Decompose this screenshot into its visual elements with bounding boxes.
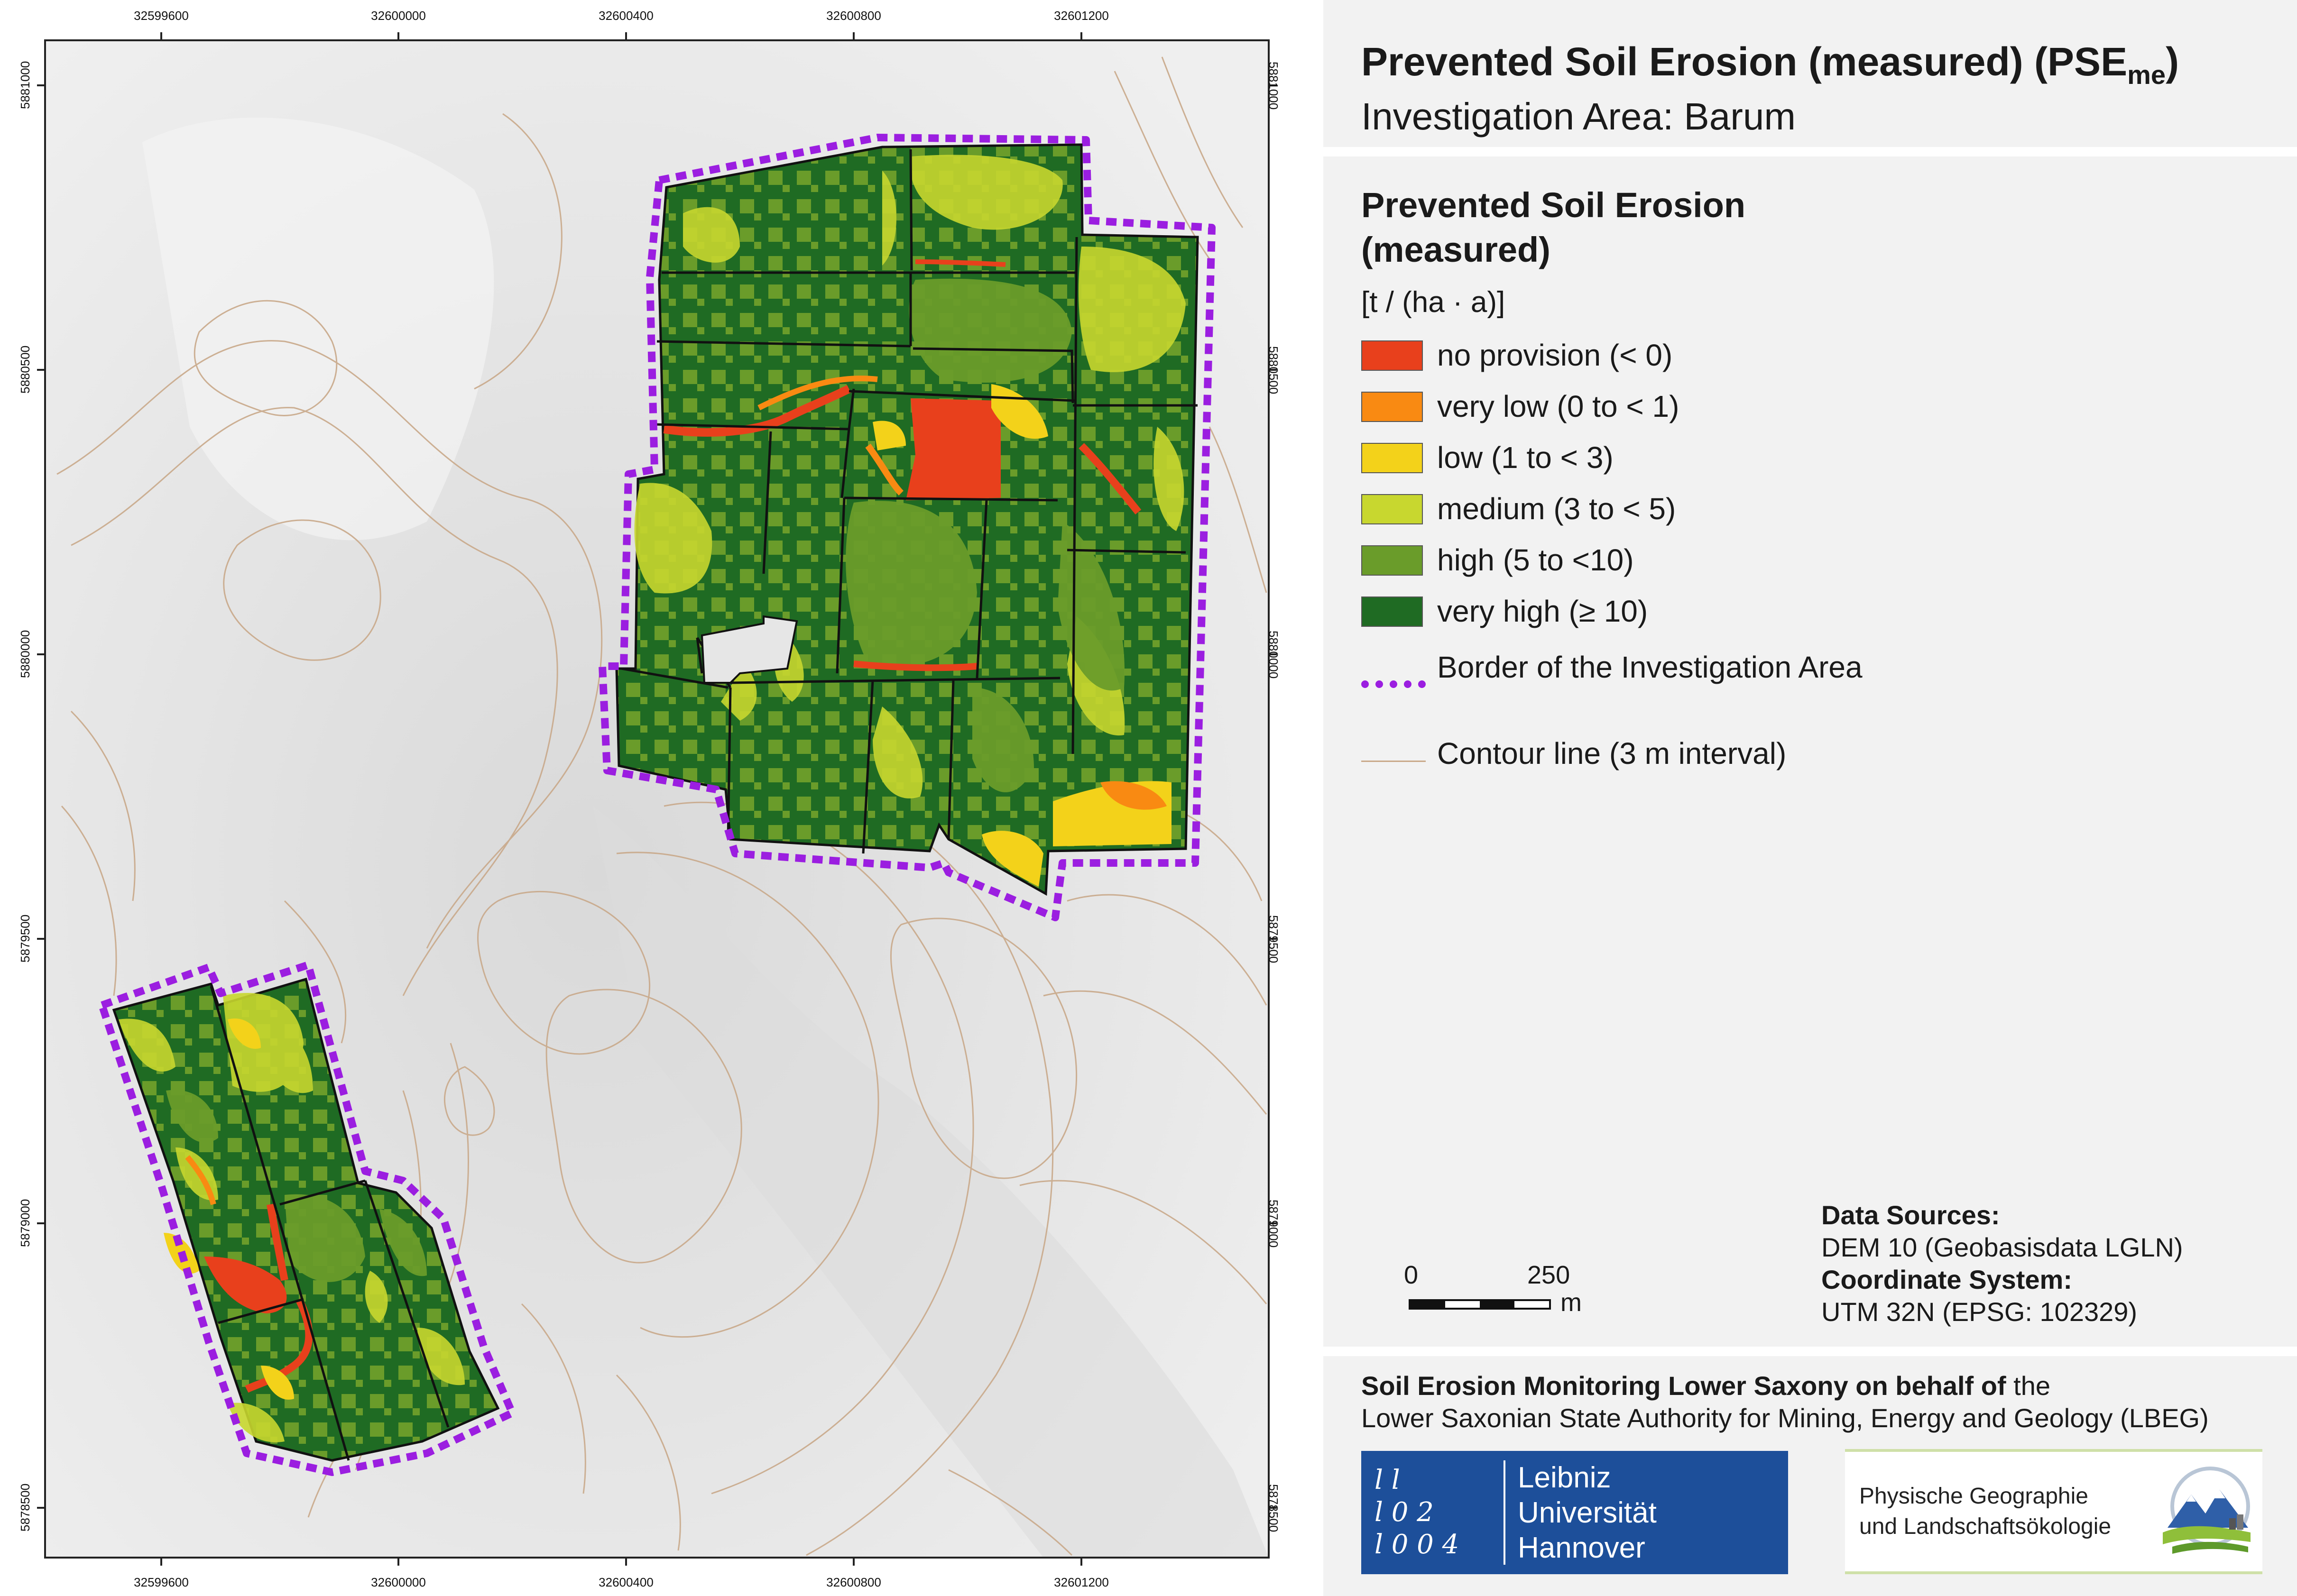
pg-logo: Physische Geographie und Landschaftsökol…	[1845, 1449, 2262, 1574]
luh-name-line: Universität	[1518, 1496, 1657, 1529]
legend-label: Contour line (3 m interval)	[1437, 736, 1787, 770]
legend-label: very high (≥ 10)	[1437, 594, 1648, 628]
scale-zero: 0	[1404, 1261, 1419, 1289]
legend-unit: [t / (ha · a)]	[1361, 286, 1505, 319]
y-coord-label: 5880000	[18, 630, 32, 678]
legend-label: very low (0 to < 1)	[1437, 389, 1679, 423]
credit-bold: Soil Erosion Monitoring Lower Saxony on …	[1361, 1371, 2006, 1401]
legend-contour-swatch	[1361, 761, 1426, 762]
y-coord-label: 5879000	[1266, 1200, 1281, 1248]
x-coord-label: 32600400	[599, 9, 654, 23]
legend-label: no provision (< 0)	[1437, 338, 1673, 372]
map-area: 32599600 32600000 32600400 32600800 3260…	[0, 0, 1281, 1596]
legend-label: high (5 to <10)	[1437, 543, 1634, 577]
legend-swatch	[1361, 545, 1423, 576]
luh-name-line: Leibniz	[1518, 1461, 1611, 1494]
scale-segment	[1411, 1301, 1445, 1308]
map-title-close: )	[2166, 39, 2179, 84]
data-sources-value: DEM 10 (Geobasisdata LGLN)	[1821, 1232, 2183, 1262]
y-coord-label: 5879500	[18, 914, 32, 963]
luh-mark-icon: l l l 0 2 l 0 0 4	[1375, 1464, 1498, 1561]
credit-rest: the	[2006, 1371, 2050, 1401]
y-coord-label: 5881000	[18, 61, 32, 109]
y-coord-label: 5878500	[1266, 1484, 1281, 1532]
landscape-icon	[2163, 1467, 2251, 1554]
y-coord-label: 5880000	[1266, 631, 1281, 679]
scale-segment	[1514, 1301, 1549, 1308]
credit-panel: Soil Erosion Monitoring Lower Saxony on …	[1323, 1356, 2297, 1596]
legend-label: medium (3 to < 5)	[1437, 492, 1676, 526]
x-coord-label: 32600800	[826, 1575, 881, 1589]
luh-mark-line: l l	[1375, 1465, 1400, 1495]
map-title-subscript: me	[2127, 59, 2166, 90]
legend-swatch	[1361, 340, 1423, 371]
pg-name-line: Physische Geographie	[1859, 1484, 2088, 1509]
coordinate-system-heading: Coordinate System:	[1821, 1265, 2072, 1294]
map-title: Prevented Soil Erosion (measured) (PSEme…	[1361, 39, 2179, 90]
scale-segment	[1445, 1301, 1480, 1308]
y-coord-label: 5878500	[18, 1483, 32, 1532]
x-coord-label: 32600000	[371, 9, 426, 23]
map-title-text: Prevented Soil Erosion (measured) (PSE	[1361, 39, 2128, 84]
legend-label: low (1 to < 3)	[1437, 440, 1614, 475]
y-coord-label: 5879500	[1266, 915, 1281, 963]
pg-name: Physische Geographie und Landschaftsökol…	[1859, 1481, 2111, 1542]
credit-line-1: Soil Erosion Monitoring Lower Saxony on …	[1361, 1370, 2050, 1401]
scale-segment	[1480, 1301, 1514, 1308]
luh-name-line: Hannover	[1518, 1532, 1645, 1564]
legend-heading: Prevented Soil Erosion (measured)	[1361, 185, 1746, 269]
legend-swatch	[1361, 443, 1423, 473]
x-coord-label: 32600000	[371, 1575, 426, 1589]
y-coord-label: 5881000	[1266, 62, 1281, 110]
x-coord-label: 32600400	[599, 1575, 654, 1589]
title-panel: Prevented Soil Erosion (measured) (PSEme…	[1323, 0, 2297, 147]
credit-line-2: Lower Saxonian State Authority for Minin…	[1361, 1403, 2209, 1433]
map-subtitle: Investigation Area: Barum	[1361, 95, 1796, 138]
y-coord-label: 5880500	[1266, 346, 1281, 394]
x-coord-label: 32599600	[134, 9, 189, 23]
x-coord-label: 32600800	[826, 9, 881, 23]
luh-logo: l l l 0 2 l 0 0 4 Leibniz Universität Ha…	[1361, 1451, 1788, 1574]
scale-unit: m	[1560, 1288, 1582, 1317]
legend-swatch	[1361, 494, 1423, 524]
scale-bar-graphic	[1409, 1299, 1551, 1310]
x-coord-label: 32601200	[1054, 9, 1109, 23]
scale-mark: 250	[1527, 1261, 1570, 1289]
legend-panel: Prevented Soil Erosion (measured) [t / (…	[1323, 156, 2297, 1347]
luh-name: Leibniz Universität Hannover	[1518, 1460, 1657, 1566]
coordinate-system-value: UTM 32N (EPSG: 102329)	[1821, 1297, 2138, 1327]
legend-swatch	[1361, 392, 1423, 422]
luh-mark-line: l 0 0 4	[1375, 1529, 1459, 1560]
luh-mark-line: l 0 2	[1375, 1497, 1434, 1528]
data-sources-heading: Data Sources:	[1821, 1200, 2000, 1230]
y-coord-label: 5880500	[18, 345, 32, 394]
pg-name-line: und Landschaftsökologie	[1859, 1514, 2112, 1539]
x-coord-label: 32599600	[134, 1575, 189, 1589]
luh-divider	[1504, 1460, 1505, 1565]
legend-label: Border of the Investigation Area	[1437, 650, 1863, 684]
legend-border-swatch	[1361, 680, 1426, 688]
y-coord-label: 5879000	[18, 1199, 32, 1247]
legend-swatch	[1361, 596, 1423, 627]
map-canvas	[37, 32, 1277, 1566]
x-coord-label: 32601200	[1054, 1575, 1109, 1589]
